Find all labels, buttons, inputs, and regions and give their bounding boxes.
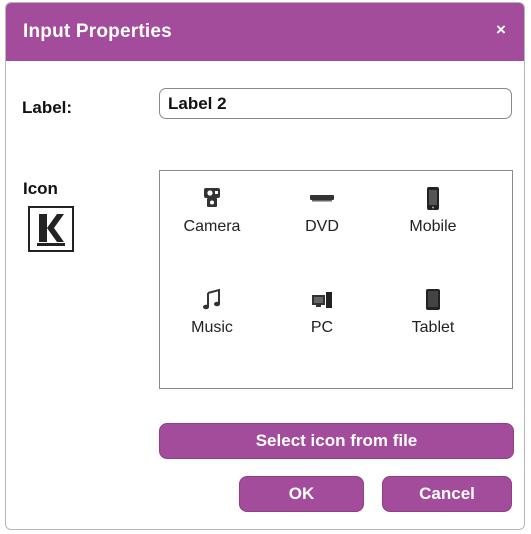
- kramer-logo-icon: [28, 206, 74, 252]
- ok-button[interactable]: OK: [239, 476, 364, 512]
- icon-option-pc[interactable]: PC: [277, 287, 367, 352]
- input-properties-dialog: Input Properties × Label: Icon Camera: [5, 2, 525, 530]
- close-icon[interactable]: ×: [491, 20, 511, 40]
- icon-option-dvd[interactable]: DVD: [277, 186, 367, 251]
- icon-option-music[interactable]: Music: [167, 287, 257, 352]
- icon-option-camera[interactable]: Camera: [167, 186, 257, 251]
- select-icon-from-file-button[interactable]: Select icon from file: [159, 423, 514, 459]
- pc-icon: [312, 292, 332, 308]
- dvd-icon: [310, 195, 334, 202]
- camera-icon: [204, 188, 220, 207]
- tablet-icon: [426, 289, 440, 310]
- icon-caption: Icon: [23, 179, 58, 198]
- icon-option-label: Music: [191, 319, 233, 336]
- icon-option-tablet[interactable]: Tablet: [388, 287, 478, 352]
- mobile-icon: [427, 187, 439, 210]
- dialog-title: Input Properties: [23, 21, 172, 42]
- icon-option-label: Mobile: [409, 218, 457, 235]
- label-field-caption: Label:: [22, 98, 73, 117]
- icon-option-label: Camera: [183, 218, 241, 235]
- cancel-button[interactable]: Cancel: [382, 476, 512, 512]
- dialog-title-bar: Input Properties ×: [6, 3, 524, 61]
- icon-selection-panel: Camera DVD Mobile Music PC Tablet: [159, 170, 513, 389]
- music-icon: [203, 288, 220, 310]
- kramer-logo-graphic: [33, 211, 69, 247]
- icon-option-label: DVD: [305, 218, 339, 235]
- label-input[interactable]: [159, 88, 512, 119]
- icon-option-label: Tablet: [411, 319, 455, 336]
- icon-option-mobile[interactable]: Mobile: [388, 186, 478, 251]
- icon-option-label: PC: [310, 319, 334, 336]
